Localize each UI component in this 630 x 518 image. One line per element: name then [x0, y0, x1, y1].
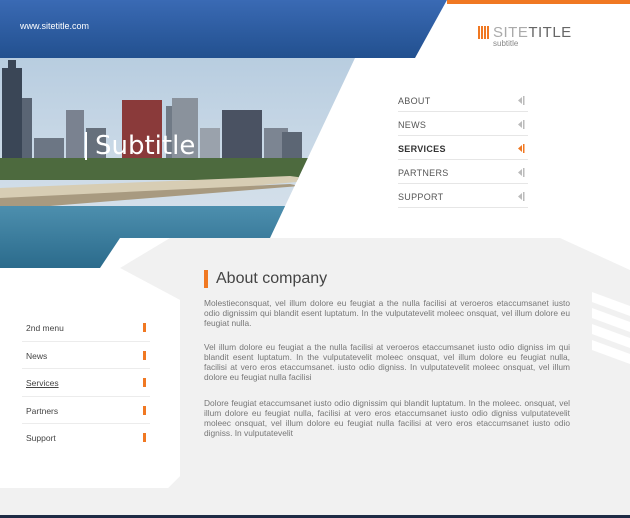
sidebar-item-news[interactable]: News	[22, 342, 150, 369]
arrow-left-icon	[518, 192, 525, 201]
topnav-item-about[interactable]: ABOUT	[398, 88, 528, 112]
arrow-left-icon	[518, 144, 525, 153]
site-logo[interactable]: SITETITLE subtitle	[478, 24, 571, 50]
page-title: About company	[204, 270, 327, 288]
topnav-item-partners[interactable]: PARTNERS	[398, 160, 528, 184]
orange-marker-icon	[143, 433, 146, 442]
sidebar-item-2nd-menu[interactable]: 2nd menu	[22, 314, 150, 342]
sidebar-item-partners[interactable]: Partners	[22, 397, 150, 424]
topnav-item-services[interactable]: SERVICES	[398, 136, 528, 160]
hero-subtitle: Subtitle	[85, 132, 195, 160]
paragraph: Molestieconsquat, vel illum dolore eu fe…	[204, 298, 570, 328]
orange-marker-icon	[143, 378, 146, 387]
logo-subtitle: subtitle	[493, 39, 519, 48]
topnav-item-support[interactable]: SUPPORT	[398, 184, 528, 208]
topnav-item-news[interactable]: NEWS	[398, 112, 528, 136]
orange-marker-icon	[143, 350, 146, 360]
orange-marker-icon	[143, 323, 146, 332]
sidebar-item-services[interactable]: Services	[22, 369, 150, 397]
arrow-left-icon	[518, 96, 525, 105]
side-navigation: 2nd menu News Services Partners Support	[22, 314, 150, 452]
arrow-left-icon	[518, 168, 525, 177]
paragraph: Vel illum dolore eu feugiat a the nulla …	[204, 342, 570, 382]
hero-image: Subtitle	[0, 58, 355, 268]
sidebar-item-support[interactable]: Support	[22, 424, 150, 452]
paragraph: Dolore feugiat etaccumsanet iusto odio d…	[204, 398, 570, 438]
arrow-left-icon	[518, 120, 525, 129]
site-url[interactable]: www.sitetitle.com	[20, 21, 89, 31]
orange-marker-icon	[143, 405, 146, 415]
logo-bars-icon	[478, 26, 491, 39]
top-navigation: ABOUT NEWS SERVICES PARTNERS SUPPORT	[398, 88, 528, 208]
